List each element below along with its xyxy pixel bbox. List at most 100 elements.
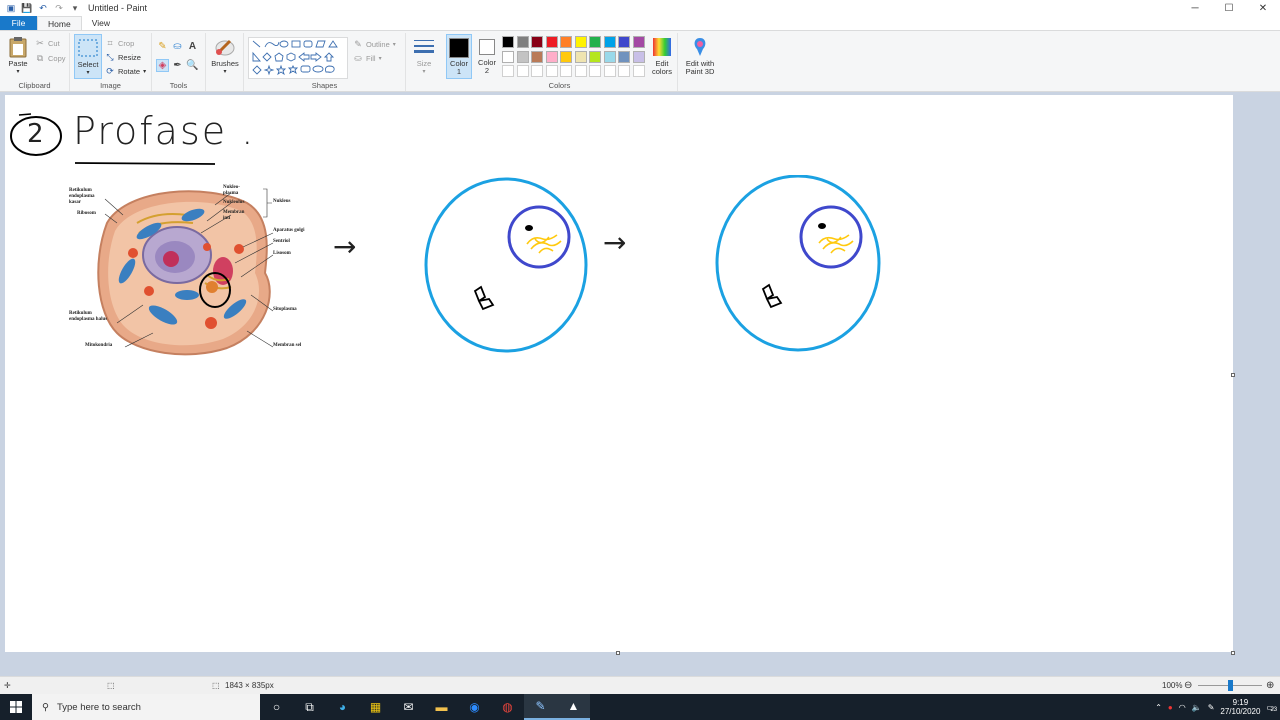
windows-start-icon[interactable] <box>0 694 32 720</box>
canvas-resize-handle-right[interactable] <box>1231 373 1235 377</box>
color-swatch[interactable] <box>545 36 558 48</box>
color2-button[interactable]: Color 2 <box>474 34 500 79</box>
color-swatch[interactable] <box>589 65 601 77</box>
rotate-button[interactable]: ⟳ Rotate ▾ <box>105 66 146 76</box>
file-menu-button[interactable]: File <box>0 16 37 30</box>
taskbar-search-box[interactable]: ⚲ Type here to search <box>32 694 260 720</box>
mail-app-icon[interactable]: ✉ <box>392 694 425 720</box>
color-swatch[interactable] <box>502 36 514 48</box>
edit-with-paint3d-button[interactable]: Edit with Paint 3D <box>680 36 720 76</box>
edit-colors-button[interactable]: Edit colors <box>648 36 676 76</box>
color-swatch[interactable] <box>603 65 616 77</box>
zoom-out-button[interactable]: ⊖ <box>1184 680 1192 691</box>
color-swatch[interactable] <box>632 36 645 48</box>
crop-button[interactable]: ⌗ Crop <box>105 38 134 48</box>
paint3d-icon <box>688 36 712 58</box>
canvas-resize-handle-corner[interactable] <box>1231 651 1235 655</box>
zoom-in-button[interactable]: ⊕ <box>1266 680 1274 691</box>
copy-button[interactable]: ⧉ Copy <box>35 53 66 63</box>
cut-label: Cut <box>48 38 60 48</box>
color-swatch[interactable] <box>531 36 543 48</box>
color-swatch[interactable] <box>516 36 529 48</box>
close-button[interactable]: ✕ <box>1246 0 1280 16</box>
undo-icon[interactable]: ↶ <box>38 3 48 13</box>
color-swatch[interactable] <box>603 50 616 63</box>
task-view-icon[interactable]: ⧉ <box>293 694 326 720</box>
label-sentriol: Sentriol <box>273 239 290 244</box>
color-swatch[interactable] <box>545 65 558 77</box>
search-icon: ⚲ <box>42 701 49 713</box>
show-hidden-icons-icon[interactable]: ⌃ <box>1155 703 1162 712</box>
pencil-icon[interactable]: ✎ <box>156 40 169 53</box>
color1-button[interactable]: Color 1 <box>446 34 472 79</box>
color-swatch[interactable] <box>589 36 601 48</box>
color-swatch[interactable] <box>603 36 616 48</box>
color-swatch[interactable] <box>618 50 630 63</box>
redo-icon[interactable]: ↷ <box>54 3 64 13</box>
image-group-label: Image <box>100 81 121 90</box>
color-swatch[interactable] <box>560 36 572 48</box>
drawing-canvas[interactable]: 2 Profase . Retikulum endoplasma kasar R… <box>5 95 1233 652</box>
magnifier-icon[interactable]: 🔍 <box>186 59 199 72</box>
color-picker-icon[interactable]: ✒ <box>171 59 184 72</box>
notification-center-icon[interactable]: ▭ 23 <box>1266 703 1278 713</box>
tab-view[interactable]: View <box>82 16 120 30</box>
network-icon[interactable]: ◠ <box>1179 703 1186 712</box>
paste-button[interactable]: Paste ▾ <box>4 36 32 76</box>
canvas-resize-handle-bottom[interactable] <box>616 651 620 655</box>
color-swatch[interactable] <box>545 50 558 63</box>
color-swatch[interactable] <box>560 65 572 77</box>
notification-count: 23 <box>1270 706 1278 713</box>
customize-quick-access-icon[interactable]: ▾ <box>70 3 80 13</box>
color-swatch[interactable] <box>574 36 587 48</box>
eraser-icon[interactable]: ◈ <box>156 59 169 72</box>
fill-bucket-icon[interactable]: ⛀ <box>171 40 184 53</box>
scissors-icon: ✂ <box>36 37 44 48</box>
color-swatch[interactable] <box>516 65 529 77</box>
color-swatch[interactable] <box>574 65 587 77</box>
clock[interactable]: 9:19 27/10/2020 <box>1220 698 1260 716</box>
color-swatch[interactable] <box>531 50 543 63</box>
chrome-browser-icon[interactable]: ◍ <box>491 694 524 720</box>
edge-browser-icon[interactable]: ◕ <box>326 694 359 720</box>
outline-button[interactable]: ✎ Outline ▾ <box>353 39 396 49</box>
color-swatch[interactable] <box>618 36 630 48</box>
color-swatch[interactable] <box>632 65 645 77</box>
cortana-icon[interactable]: ○ <box>260 694 293 720</box>
resize-button[interactable]: ⤡ Resize <box>105 52 141 62</box>
zoom-slider-thumb[interactable] <box>1228 680 1233 691</box>
paint-taskbar-icon[interactable]: ✎ <box>524 694 557 720</box>
keyboard-icon[interactable]: ✎ <box>1208 703 1215 712</box>
outline-dropdown-icon: ▾ <box>392 41 396 48</box>
color-swatch[interactable] <box>618 65 630 77</box>
maximize-button[interactable]: ☐ <box>1212 0 1246 16</box>
save-icon[interactable]: 💾 <box>21 3 32 13</box>
color-swatch[interactable] <box>632 50 645 63</box>
fill-button[interactable]: ⛀ Fill ▾ <box>353 53 381 63</box>
file-explorer-icon[interactable]: ▬ <box>425 694 458 720</box>
microsoft-store-icon[interactable]: ▦ <box>359 694 392 720</box>
color-swatch[interactable] <box>502 50 514 63</box>
color-swatch[interactable] <box>560 50 572 63</box>
color-swatch[interactable] <box>516 50 529 63</box>
volume-icon[interactable]: 🔈 <box>1192 703 1202 712</box>
minimize-button[interactable]: ─ <box>1178 0 1212 16</box>
size-button[interactable]: Size ▾ <box>409 36 439 76</box>
zoom-app-icon[interactable]: ◉ <box>458 694 491 720</box>
recording-icon[interactable]: ● <box>1168 703 1173 712</box>
cut-button[interactable]: ✂ Cut <box>35 37 60 48</box>
color-swatch[interactable] <box>531 65 543 77</box>
select-button[interactable]: Select ▾ <box>74 34 102 79</box>
paste-label: Paste <box>8 59 28 68</box>
label-retikulum-halus: Retikulum endoplasma halus <box>69 311 108 322</box>
color-swatch[interactable] <box>502 65 514 77</box>
shapes-gallery[interactable] <box>248 37 348 79</box>
ribbon-tabs: File Home View <box>0 16 1280 31</box>
tab-home[interactable]: Home <box>37 16 82 30</box>
text-tool-icon[interactable]: A <box>186 40 199 53</box>
color-swatch[interactable] <box>574 50 587 63</box>
brushes-button[interactable]: Brushes ▾ <box>209 36 241 76</box>
photos-app-icon[interactable]: ▲ <box>557 694 590 720</box>
color-swatch[interactable] <box>589 50 601 63</box>
crop-label: Crop <box>118 38 135 48</box>
